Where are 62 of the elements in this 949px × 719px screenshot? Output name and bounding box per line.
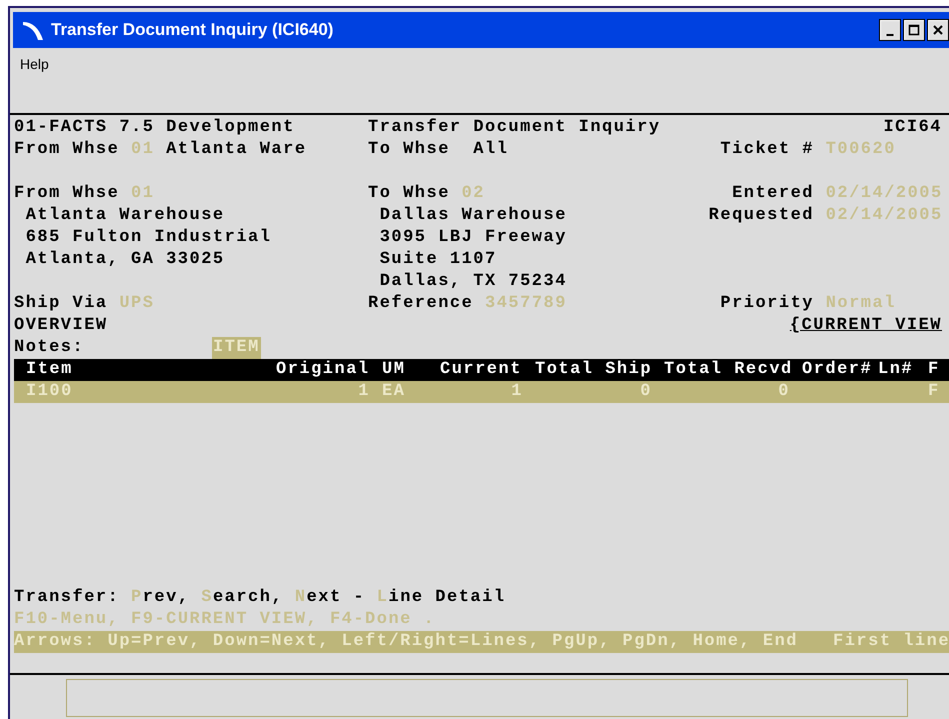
table-cell-text: 0 xyxy=(639,381,653,403)
table-cell-text: EA xyxy=(382,381,406,403)
table-cell-text: 1 xyxy=(510,381,524,403)
field-label: Entered xyxy=(731,183,814,205)
address-line: Dallas Warehouse xyxy=(378,205,567,227)
table-cell-text: I100 xyxy=(26,381,74,403)
table-cell-text: 0 xyxy=(777,381,791,403)
field-value: 01 xyxy=(131,183,154,205)
help-text: Arrows: Up=Prev, Down=Next, Left/Right=Lines, PgUp, PgDn, Home, End xyxy=(14,631,798,653)
column-header: Current xyxy=(440,359,523,381)
table-cell-text: 1 xyxy=(357,381,371,403)
field-label: From Whse xyxy=(14,183,120,205)
column-header: Item xyxy=(26,359,74,381)
field-label: Notes: xyxy=(14,337,86,359)
section-label: OVERVIEW xyxy=(14,315,108,337)
maximize-icon xyxy=(907,23,921,37)
field-value: All xyxy=(473,139,508,161)
warehouse-name: Atlanta Ware xyxy=(166,139,307,161)
field-label: To Whse xyxy=(368,139,450,161)
field-value: Normal xyxy=(826,293,896,315)
menu-item[interactable]: Help xyxy=(20,56,49,72)
field-value: 3457789 xyxy=(485,293,567,315)
maximize-button[interactable] xyxy=(903,19,925,41)
date-value: 02/14/2005 xyxy=(826,205,943,227)
minimize-button[interactable] xyxy=(879,19,901,41)
field-label: Reference xyxy=(368,293,474,315)
field-label: To Whse xyxy=(368,183,450,205)
field-label: Ticket # xyxy=(719,139,814,161)
field-value: 01 xyxy=(131,139,154,161)
close-button[interactable] xyxy=(927,19,949,41)
address-line: 685 Fulton Industrial xyxy=(24,227,272,249)
column-header: Total Recvd xyxy=(664,359,794,381)
program-code: ICI64 xyxy=(882,117,942,139)
column-header: UM xyxy=(382,359,406,381)
field-value: 02 xyxy=(462,183,486,205)
prompt-line: Transfer: P rev, Search, N ext - L ine Detail xyxy=(14,587,507,609)
column-header: Total Ship xyxy=(535,359,654,381)
table-cell-text: F xyxy=(928,381,941,403)
screen-title: Transfer Document Inquiry xyxy=(368,117,662,139)
address-line: Dallas, TX 75234 xyxy=(378,271,567,293)
field-label: Ship Via xyxy=(14,293,108,315)
current-view-link[interactable]: {CURRENT VIEW xyxy=(790,315,942,337)
function-keys-line: F10-Menu, F9-CURRENT VIEW, F4-Done . xyxy=(14,609,436,631)
status-message: First line xyxy=(833,631,949,653)
window-title: Transfer Document Inquiry (ICI640) xyxy=(51,20,334,40)
address-line: Atlanta, GA 33025 xyxy=(24,249,225,271)
date-value: 02/14/2005 xyxy=(826,183,943,205)
field-label: From Whse xyxy=(14,139,120,161)
address-line: Suite 1107 xyxy=(378,249,497,271)
field-value: UPS xyxy=(119,293,154,315)
address-line: 3095 LBJ Freeway xyxy=(378,227,567,249)
minimize-icon xyxy=(886,34,894,36)
column-header: Ln# xyxy=(878,359,914,381)
address-line: Atlanta Warehouse xyxy=(24,205,225,227)
field-value: T00620 xyxy=(826,139,896,161)
column-header: Order# xyxy=(802,359,874,381)
company-name: 01-FACTS 7.5 Development xyxy=(14,117,296,139)
field-label: Priority xyxy=(719,293,814,315)
close-icon xyxy=(931,23,945,37)
column-header: F xyxy=(928,359,941,381)
column-header: Original xyxy=(276,359,371,381)
field-label: Requested xyxy=(708,205,814,227)
